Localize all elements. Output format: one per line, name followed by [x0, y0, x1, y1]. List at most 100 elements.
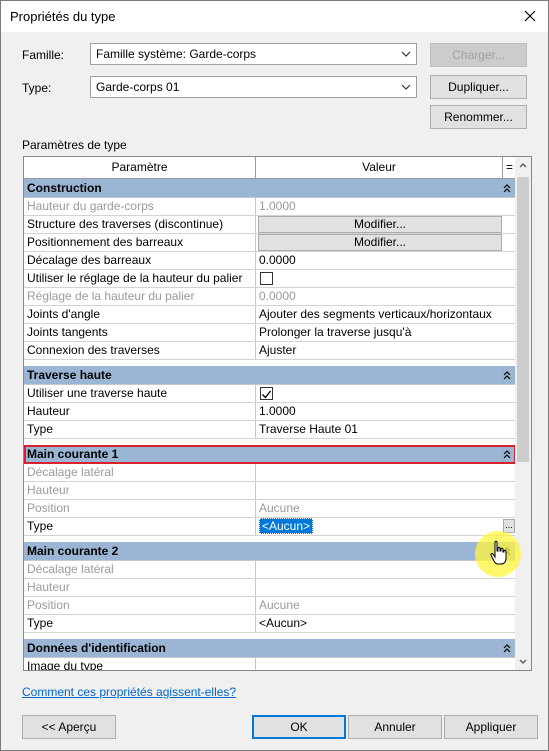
property-name: Décalage des barreaux [24, 252, 256, 269]
check-icon [262, 390, 272, 399]
property-name: Réglage de la hauteur du palier [24, 288, 256, 305]
ok-button[interactable]: OK [252, 715, 346, 739]
property-name: Structure des traverses (discontinue) [24, 216, 256, 233]
checkbox[interactable] [260, 387, 273, 400]
property-value[interactable]: <Aucun>... [256, 518, 516, 535]
vertical-scrollbar[interactable] [515, 157, 531, 670]
properties-grid: Paramètre Valeur = Construction Hauteur d… [23, 156, 532, 671]
selected-value[interactable]: <Aucun> [259, 518, 314, 534]
group-header-donnees-d-identification[interactable]: Données d'identification [24, 639, 516, 658]
title-bar: Propriétés du type [1, 1, 548, 32]
property-name: Type [24, 615, 256, 632]
type-value: Garde-corps 01 [96, 80, 180, 94]
property-row[interactable]: Positionnement des barreaux Modifier... [24, 234, 516, 252]
modifier-button[interactable]: Modifier... [258, 216, 502, 233]
chevron-down-icon[interactable] [517, 656, 529, 668]
annuler-button[interactable]: Annuler [348, 715, 442, 739]
group-header-main-courante-1[interactable]: Main courante 1 [24, 445, 516, 464]
famille-combobox[interactable]: Famille système: Garde-corps [90, 43, 417, 65]
property-row[interactable]: Position Aucune [24, 597, 516, 615]
close-button[interactable] [516, 3, 544, 29]
property-value[interactable]: Modifier... [256, 234, 516, 251]
property-name: Hauteur du garde-corps [24, 198, 256, 215]
group-header-main-courante-2[interactable]: Main courante 2 [24, 542, 516, 561]
property-name: Type [24, 421, 256, 438]
grid-rows: Construction Hauteur du garde-corps 1.0000… [24, 179, 516, 670]
column-header-param[interactable]: Paramètre [24, 157, 256, 178]
property-name: Type [24, 518, 256, 535]
property-row[interactable]: Réglage de la hauteur du palier 0.0000 [24, 288, 516, 306]
property-value[interactable] [256, 658, 516, 670]
property-row[interactable]: Hauteur [24, 482, 516, 500]
property-value[interactable]: Traverse Haute 01 [256, 421, 516, 438]
property-name: Utiliser une traverse haute [24, 385, 256, 402]
property-row[interactable]: Décalage latéral [24, 561, 516, 579]
chevron-down-icon [401, 51, 411, 57]
modifier-button[interactable]: Modifier... [258, 234, 502, 251]
property-value [256, 482, 516, 499]
property-row[interactable]: Position Aucune [24, 500, 516, 518]
property-value[interactable] [256, 385, 516, 402]
famille-label: Famille: [22, 48, 65, 62]
type-properties-dialog: Propriétés du type Famille: Famille syst… [0, 0, 549, 751]
collapse-icon[interactable] [502, 183, 512, 193]
property-name: Image du type [24, 658, 256, 670]
hand-cursor-icon [490, 540, 507, 565]
property-value[interactable]: 0.0000 [256, 252, 516, 269]
collapse-icon[interactable] [502, 449, 512, 459]
group-title: Données d'identification [27, 641, 166, 655]
ellipsis-button[interactable]: ... [503, 519, 515, 533]
famille-value: Famille système: Garde-corps [96, 47, 257, 61]
property-row[interactable]: Type Traverse Haute 01 [24, 421, 516, 439]
appliquer-button[interactable]: Appliquer [444, 715, 538, 739]
property-row[interactable]: Structure des traverses (discontinue) Mod… [24, 216, 516, 234]
apercu-button[interactable]: << Aperçu [22, 715, 116, 739]
property-row[interactable]: Type <Aucun> [24, 615, 516, 633]
property-name: Joints tangents [24, 324, 256, 341]
property-row[interactable]: Hauteur [24, 579, 516, 597]
property-row[interactable]: Type <Aucun>... [24, 518, 516, 536]
scrollbar-thumb[interactable] [517, 177, 529, 462]
help-link[interactable]: Comment ces propriétés agissent-elles? [22, 685, 236, 699]
property-name: Décalage latéral [24, 561, 256, 578]
property-row[interactable]: Décalage latéral [24, 464, 516, 482]
collapse-icon[interactable] [502, 370, 512, 380]
group-header-construction[interactable]: Construction [24, 179, 516, 198]
group-header-traverse-haute[interactable]: Traverse haute [24, 366, 516, 385]
property-value[interactable]: <Aucun> [256, 615, 516, 632]
checkbox[interactable] [260, 272, 273, 285]
property-name: Hauteur [24, 482, 256, 499]
property-name: Positionnement des barreaux [24, 234, 256, 251]
property-row[interactable]: Décalage des barreaux 0.0000 [24, 252, 516, 270]
property-value[interactable]: 1.0000 [256, 403, 516, 420]
renommer-button[interactable]: Renommer... [430, 105, 527, 129]
property-name: Utiliser le réglage de la hauteur du pal… [24, 270, 256, 287]
property-value[interactable]: Modifier... [256, 216, 516, 233]
type-combobox[interactable]: Garde-corps 01 [90, 76, 417, 98]
group-title: Main courante 2 [27, 544, 119, 558]
property-value[interactable]: Ajouter des segments verticaux/horizonta… [256, 306, 516, 323]
property-value [256, 464, 516, 481]
column-header-value[interactable]: Valeur [256, 157, 503, 178]
dupliquer-button[interactable]: Dupliquer... [430, 75, 527, 99]
collapse-icon[interactable] [502, 643, 512, 653]
property-row[interactable]: Joints tangents Prolonger la traverse jus… [24, 324, 516, 342]
charger-button[interactable]: Charger... [430, 43, 527, 67]
type-label: Type: [22, 81, 52, 95]
property-row[interactable]: Connexion des traverses Ajuster [24, 342, 516, 360]
group-title: Main courante 1 [27, 447, 119, 461]
property-row[interactable]: Joints d'angle Ajouter des segments verti… [24, 306, 516, 324]
property-value: Aucune [259, 501, 300, 515]
property-name: Hauteur [24, 403, 256, 420]
property-name: Décalage latéral [24, 464, 256, 481]
property-name: Position [24, 500, 256, 517]
property-row[interactable]: Hauteur 1.0000 [24, 403, 516, 421]
property-row[interactable]: Utiliser une traverse haute [24, 385, 516, 403]
property-value[interactable]: Ajuster [256, 342, 516, 359]
property-row[interactable]: Utiliser le réglage de la hauteur du pal… [24, 270, 516, 288]
property-value[interactable]: Prolonger la traverse jusqu'à [256, 324, 516, 341]
property-row[interactable]: Hauteur du garde-corps 1.0000 [24, 198, 516, 216]
property-value[interactable] [256, 270, 516, 287]
chevron-up-icon[interactable] [517, 159, 529, 171]
property-row[interactable]: Image du type [24, 658, 516, 670]
